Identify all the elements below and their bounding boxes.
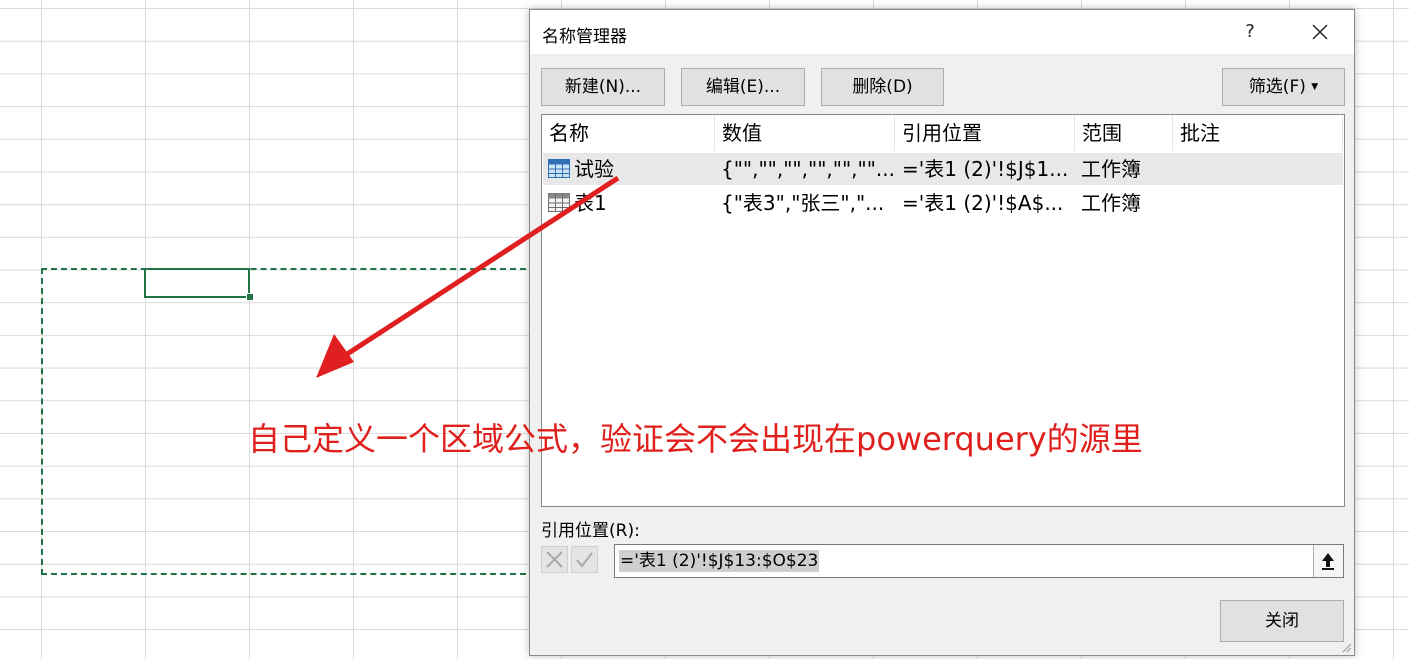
row-comment xyxy=(1179,153,1339,185)
row-name: 表1 xyxy=(574,191,607,215)
column-header-value[interactable]: 数值 xyxy=(715,115,895,151)
refers-to-label: 引用位置(R): xyxy=(541,521,640,541)
close-button[interactable]: 关闭 xyxy=(1220,600,1344,642)
collapse-arrow-icon xyxy=(1322,553,1334,570)
refers-to-input[interactable]: ='表1 (2)'!$J$13:$O$23 xyxy=(614,544,1344,578)
row-value: {"","","","","",""... xyxy=(721,157,893,181)
column-header-scope[interactable]: 范围 xyxy=(1075,115,1173,151)
edit-button[interactable]: 编辑(E)... xyxy=(681,68,805,106)
column-header-comment[interactable]: 批注 xyxy=(1173,115,1343,151)
annotation-text: 自己定义一个区域公式，验证会不会出现在powerquery的源里 xyxy=(248,420,1143,458)
filter-label: 筛选(F) xyxy=(1248,77,1306,97)
close-icon xyxy=(1312,24,1328,40)
cancel-edit-button[interactable] xyxy=(541,546,568,573)
close-window-button[interactable] xyxy=(1300,16,1340,48)
row-value: {"表3","张三","... xyxy=(721,191,885,215)
collapse-dialog-button[interactable] xyxy=(1313,545,1343,577)
fill-handle[interactable] xyxy=(246,293,254,301)
active-cell[interactable] xyxy=(144,268,250,298)
dialog-titlebar: 名称管理器 ? xyxy=(530,10,1354,54)
row-scope: 工作簿 xyxy=(1081,191,1141,215)
filter-button[interactable]: 筛选(F) ▼ xyxy=(1222,68,1345,106)
named-range-icon xyxy=(548,159,570,178)
row-refers-to: ='表1 (2)'!$A$... xyxy=(902,191,1064,215)
new-button[interactable]: 新建(N)... xyxy=(541,68,665,106)
checkmark-icon xyxy=(576,552,593,568)
column-header-refers-to[interactable]: 引用位置 xyxy=(895,115,1075,151)
row-refers-to: ='表1 (2)'!$J$1... xyxy=(902,157,1069,181)
dialog-title: 名称管理器 xyxy=(542,27,627,47)
row-comment xyxy=(1179,187,1339,219)
row-scope: 工作簿 xyxy=(1081,157,1141,181)
row-name: 试验 xyxy=(574,157,614,181)
column-header-name[interactable]: 名称 xyxy=(542,115,715,151)
confirm-edit-button[interactable] xyxy=(571,546,598,573)
resize-grip-icon[interactable] xyxy=(1340,641,1352,653)
dropdown-arrow-icon: ▼ xyxy=(1311,82,1319,92)
cancel-x-icon xyxy=(546,551,563,568)
name-manager-dialog: 名称管理器 ? 新建(N)... 编辑(E)... 删除(D) 筛选(F) ▼ … xyxy=(529,9,1355,656)
refers-to-value: ='表1 (2)'!$J$13:$O$23 xyxy=(619,550,820,572)
list-row-shiyan[interactable]: 试验 {"","","","","",""... ='表1 (2)'!$J$1.… xyxy=(543,153,1343,185)
list-row-biao1[interactable]: 表1 {"表3","张三","... ='表1 (2)'!$A$... 工作簿 xyxy=(543,187,1343,219)
delete-button[interactable]: 删除(D) xyxy=(821,68,944,106)
help-button[interactable]: ? xyxy=(1235,16,1265,48)
table-icon xyxy=(548,193,570,212)
